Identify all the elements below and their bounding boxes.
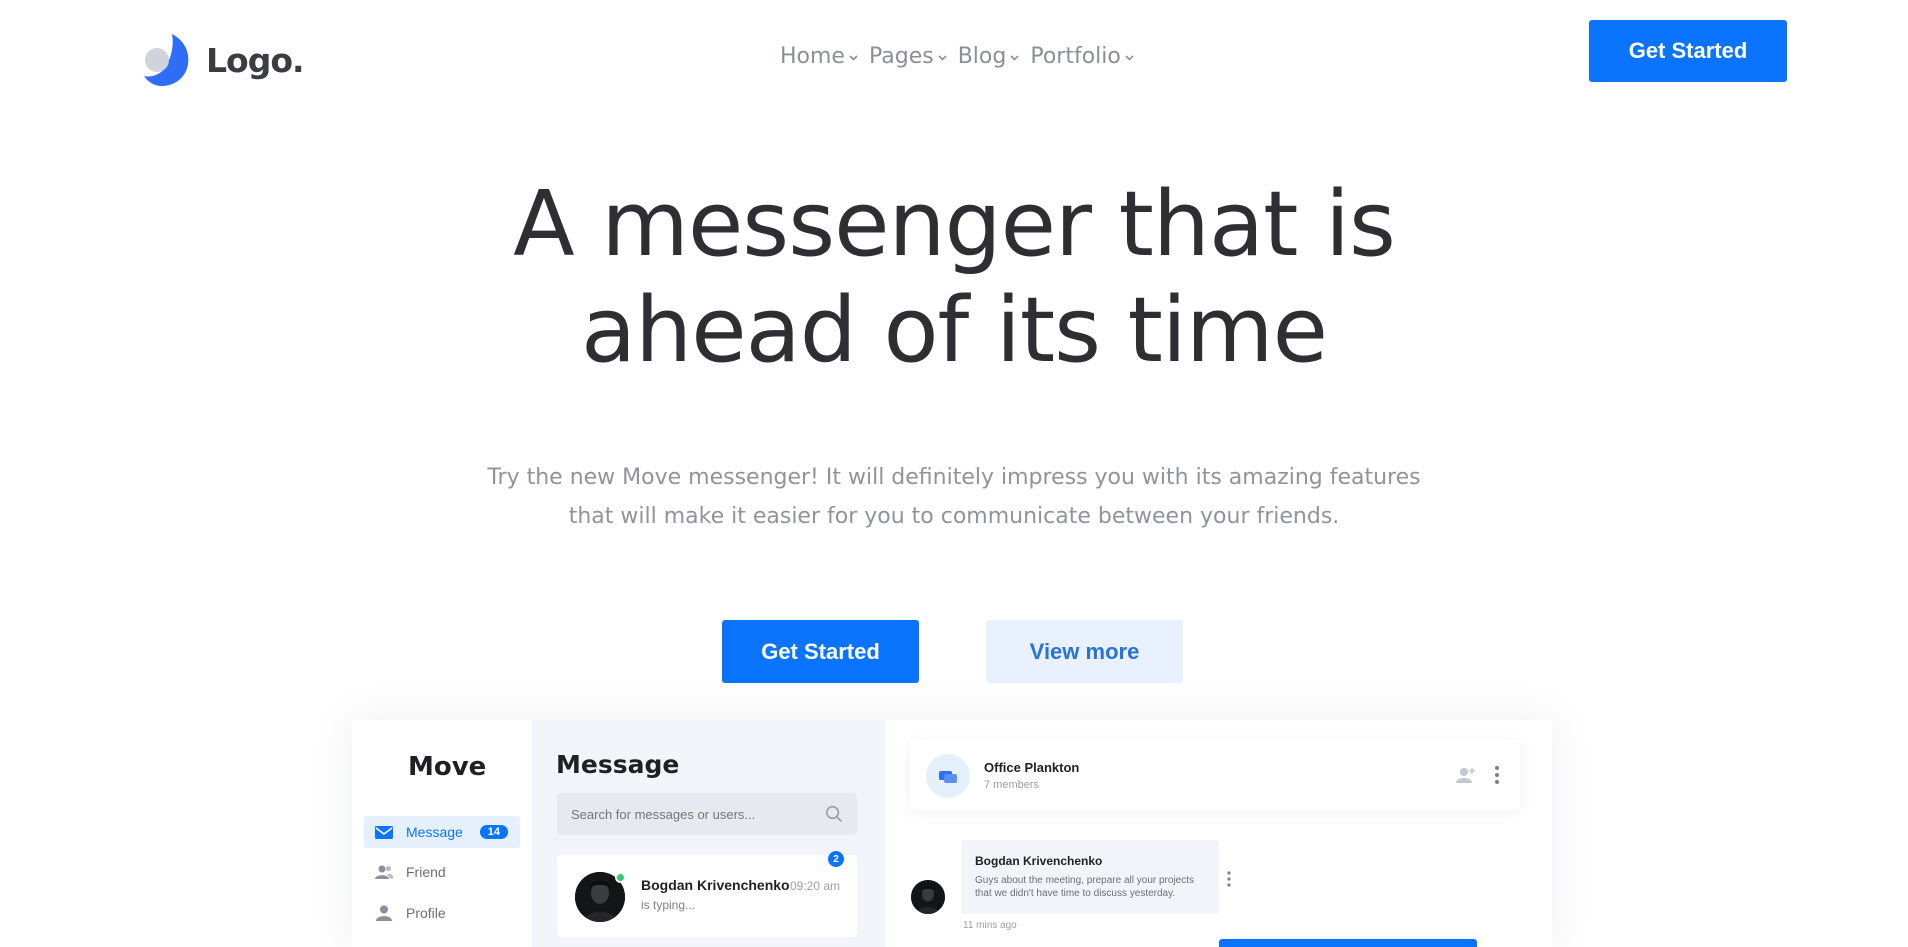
message-time: 11 mins ago	[963, 920, 1017, 931]
group-name: Office Plankton	[984, 760, 1080, 775]
mail-icon	[375, 826, 393, 839]
add-user-icon[interactable]	[1455, 766, 1477, 784]
conversation-name: Bogdan Krivenchenko	[641, 877, 790, 893]
conversation-time: 09:20 am	[790, 879, 841, 893]
chevron-down-icon	[849, 54, 858, 61]
view-more-button[interactable]: View more	[986, 620, 1183, 683]
logo-mark-icon	[142, 32, 190, 88]
nav-item-portfolio[interactable]: Portfolio	[1030, 44, 1135, 69]
unread-badge: 14	[479, 825, 508, 839]
sidebar-item-profile[interactable]: Profile	[364, 897, 520, 929]
more-options-icon[interactable]	[1494, 765, 1500, 785]
user-icon	[376, 905, 392, 921]
hero-title-line: ahead of its time	[581, 278, 1328, 383]
logo-text: Logo.	[206, 40, 305, 80]
mockup-brand: Move	[408, 752, 487, 782]
sidebar-item-label: Message	[406, 824, 463, 840]
search-icon[interactable]	[825, 805, 843, 823]
app-mockup: Move Message 14 Friend Profile Message B…	[352, 720, 1552, 947]
conversation-list-title: Message	[556, 750, 680, 779]
message-bubble: Bogdan Krivenchenko Guys about the meeti…	[961, 840, 1219, 914]
search-input[interactable]	[571, 806, 811, 822]
conversation-list: Message Bogdan Krivenchenko is typing...…	[532, 720, 885, 947]
conversation-status: is typing...	[641, 898, 696, 912]
sidebar-item-friend[interactable]: Friend	[364, 856, 520, 888]
sidebar-item-label: Profile	[406, 905, 446, 921]
main-nav: Home Pages Blog Portfolio	[780, 44, 1135, 69]
nav-item-label: Portfolio	[1030, 44, 1121, 69]
nav-item-label: Pages	[868, 44, 934, 69]
message-options-icon[interactable]	[1226, 870, 1232, 888]
chat-header: Office Plankton 7 members	[910, 740, 1520, 810]
get-started-button[interactable]: Get Started	[722, 620, 919, 683]
conversation-item[interactable]: Bogdan Krivenchenko is typing... 09:20 a…	[557, 855, 857, 937]
sidebar-item-label: Friend	[406, 864, 446, 880]
site-header: Logo. Home Pages Blog Portfolio Get Star…	[0, 0, 1908, 110]
hero-subtitle-line: Try the new Move messenger! It will defi…	[487, 465, 1421, 490]
hero-subtitle-line: that will make it easier for you to comm…	[568, 504, 1340, 529]
message-sender: Bogdan Krivenchenko	[975, 854, 1103, 868]
header-get-started-button[interactable]: Get Started	[1589, 20, 1787, 82]
nav-item-blog[interactable]: Blog	[958, 44, 1021, 69]
users-icon	[375, 865, 394, 879]
nav-item-home[interactable]: Home	[780, 44, 859, 69]
nav-item-pages[interactable]: Pages	[869, 44, 948, 69]
unread-count-badge: 2	[828, 851, 844, 867]
nav-item-label: Blog	[957, 44, 1007, 69]
logo[interactable]: Logo.	[142, 32, 305, 88]
chevron-down-icon	[1125, 54, 1134, 61]
hero-title: A messenger that is ahead of its time	[454, 172, 1454, 384]
online-indicator	[615, 872, 626, 883]
nav-item-label: Home	[780, 44, 845, 69]
group-chat-icon	[939, 771, 957, 783]
search-box	[557, 793, 857, 835]
message-text: Guys about the meeting, prepare all your…	[975, 875, 1195, 899]
chevron-down-icon	[938, 54, 947, 61]
mockup-sidebar: Move Message 14 Friend Profile	[352, 720, 532, 947]
hero-title-line: A messenger that is	[513, 172, 1396, 277]
sidebar-item-message[interactable]: Message 14	[364, 816, 520, 848]
group-members: 7 members	[984, 779, 1040, 791]
hero-subtitle: Try the new Move messenger! It will defi…	[454, 458, 1454, 536]
outgoing-message-bubble	[1219, 939, 1477, 947]
message-avatar	[911, 880, 945, 914]
chat-panel: Office Plankton 7 members Bogdan Krivenc…	[885, 720, 1552, 947]
chevron-down-icon	[1010, 54, 1019, 61]
group-avatar	[926, 754, 970, 798]
